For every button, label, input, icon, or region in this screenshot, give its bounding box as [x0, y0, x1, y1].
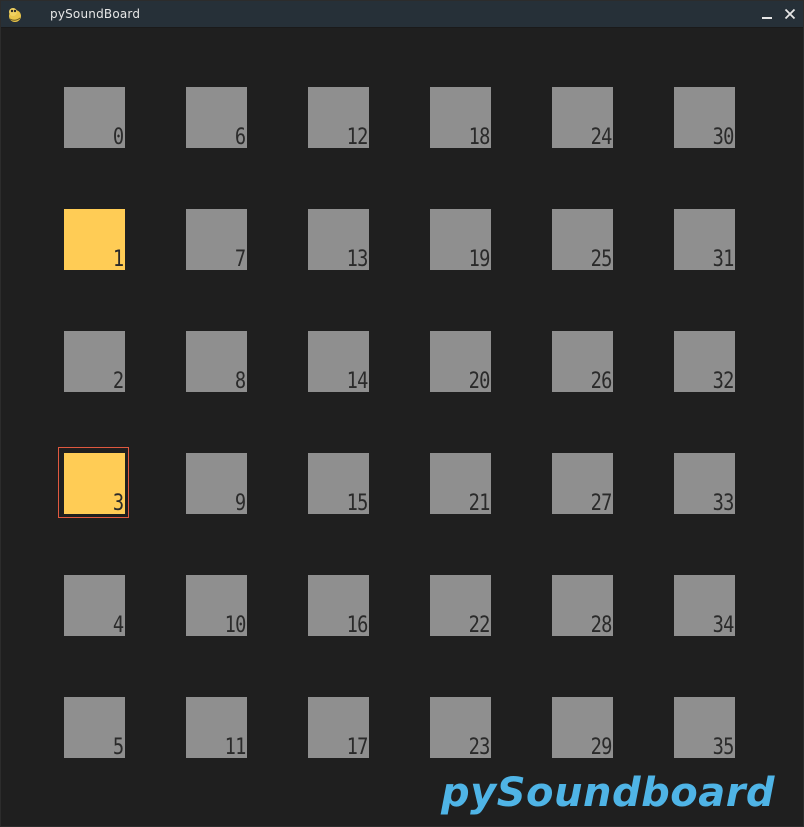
sound-pad-14[interactable]: 14 — [308, 331, 369, 394]
sound-pad-13[interactable]: 13 — [308, 209, 369, 272]
pad-number: 21 — [468, 491, 490, 516]
sound-pad-17[interactable]: 17 — [308, 697, 369, 760]
pad-number: 1 — [112, 247, 124, 272]
sound-pad-26[interactable]: 26 — [552, 331, 613, 394]
sound-pad-5[interactable]: 5 — [64, 697, 125, 760]
pad-number: 31 — [712, 247, 734, 272]
sound-pad-23[interactable]: 23 — [430, 697, 491, 760]
app-window: pySoundBoard 0 1 2 3 4 5 6 7 8 9 10 11 12 13 14 15 16 17 1… — [0, 0, 804, 827]
sound-pad-35[interactable]: 35 — [674, 697, 735, 760]
sound-pad-4[interactable]: 4 — [64, 575, 125, 638]
sound-pad-28[interactable]: 28 — [552, 575, 613, 638]
pad-number: 20 — [468, 369, 490, 394]
sound-pad-9[interactable]: 9 — [186, 453, 247, 516]
title-bar[interactable]: pySoundBoard — [1, 1, 803, 28]
sound-pad-31[interactable]: 31 — [674, 209, 735, 272]
pad-number: 16 — [346, 613, 368, 638]
sound-pad-22[interactable]: 22 — [430, 575, 491, 638]
sound-pad-11[interactable]: 11 — [186, 697, 247, 760]
sound-pad-3[interactable]: 3 — [64, 453, 125, 516]
pad-number: 4 — [112, 613, 124, 638]
pad-number: 9 — [234, 491, 246, 516]
sound-pad-24[interactable]: 24 — [552, 87, 613, 150]
sound-pad-1[interactable]: 1 — [64, 209, 125, 272]
pad-number: 33 — [712, 491, 734, 516]
sound-pad-29[interactable]: 29 — [552, 697, 613, 760]
pygame-snake-icon — [9, 8, 21, 22]
sound-pad-12[interactable]: 12 — [308, 87, 369, 150]
pad-number: 6 — [234, 125, 246, 150]
pad-number: 7 — [234, 247, 246, 272]
sound-pad-18[interactable]: 18 — [430, 87, 491, 150]
pad-number: 2 — [112, 369, 124, 394]
sound-board: 0 1 2 3 4 5 6 7 8 9 10 11 12 13 14 15 16 17 18 19 20 21 22 23 24… — [1, 28, 803, 826]
sound-pad-25[interactable]: 25 — [552, 209, 613, 272]
sound-pad-10[interactable]: 10 — [186, 575, 247, 638]
pad-number: 0 — [112, 125, 124, 150]
pad-number: 19 — [468, 247, 490, 272]
sound-pad-32[interactable]: 32 — [674, 331, 735, 394]
sound-pad-7[interactable]: 7 — [186, 209, 247, 272]
sound-pad-34[interactable]: 34 — [674, 575, 735, 638]
sound-pad-8[interactable]: 8 — [186, 331, 247, 394]
pad-number: 3 — [112, 491, 124, 516]
pad-number: 22 — [468, 613, 490, 638]
sound-pad-33[interactable]: 33 — [674, 453, 735, 516]
pad-number: 11 — [224, 735, 246, 760]
sound-pad-30[interactable]: 30 — [674, 87, 735, 150]
pad-number: 17 — [346, 735, 368, 760]
sound-pad-20[interactable]: 20 — [430, 331, 491, 394]
pad-number: 13 — [346, 247, 368, 272]
sound-pad-0[interactable]: 0 — [64, 87, 125, 150]
pad-number: 26 — [590, 369, 612, 394]
sound-pad-21[interactable]: 21 — [430, 453, 491, 516]
pad-number: 14 — [346, 369, 368, 394]
window-title: pySoundBoard — [50, 7, 141, 21]
minimize-button[interactable] — [757, 4, 777, 24]
pad-number: 25 — [590, 247, 612, 272]
sound-pad-16[interactable]: 16 — [308, 575, 369, 638]
pad-number: 29 — [590, 735, 612, 760]
pad-number: 28 — [590, 613, 612, 638]
sound-pad-27[interactable]: 27 — [552, 453, 613, 516]
pad-number: 34 — [712, 613, 734, 638]
sound-pad-19[interactable]: 19 — [430, 209, 491, 272]
sound-pad-6[interactable]: 6 — [186, 87, 247, 150]
pad-number: 30 — [712, 125, 734, 150]
pad-number: 15 — [346, 491, 368, 516]
pad-number: 32 — [712, 369, 734, 394]
minimize-icon — [762, 17, 772, 19]
close-button[interactable] — [780, 4, 800, 24]
pad-number: 23 — [468, 735, 490, 760]
sound-pad-2[interactable]: 2 — [64, 331, 125, 394]
pad-number: 5 — [112, 735, 124, 760]
pad-number: 18 — [468, 125, 490, 150]
pad-number: 27 — [590, 491, 612, 516]
pad-number: 24 — [590, 125, 612, 150]
pad-number: 35 — [712, 735, 734, 760]
pad-number: 10 — [224, 613, 246, 638]
close-icon — [784, 8, 796, 20]
sound-pad-15[interactable]: 15 — [308, 453, 369, 516]
pad-number: 12 — [346, 125, 368, 150]
pad-number: 8 — [234, 369, 246, 394]
logo-text: pySoundboard — [441, 770, 776, 816]
